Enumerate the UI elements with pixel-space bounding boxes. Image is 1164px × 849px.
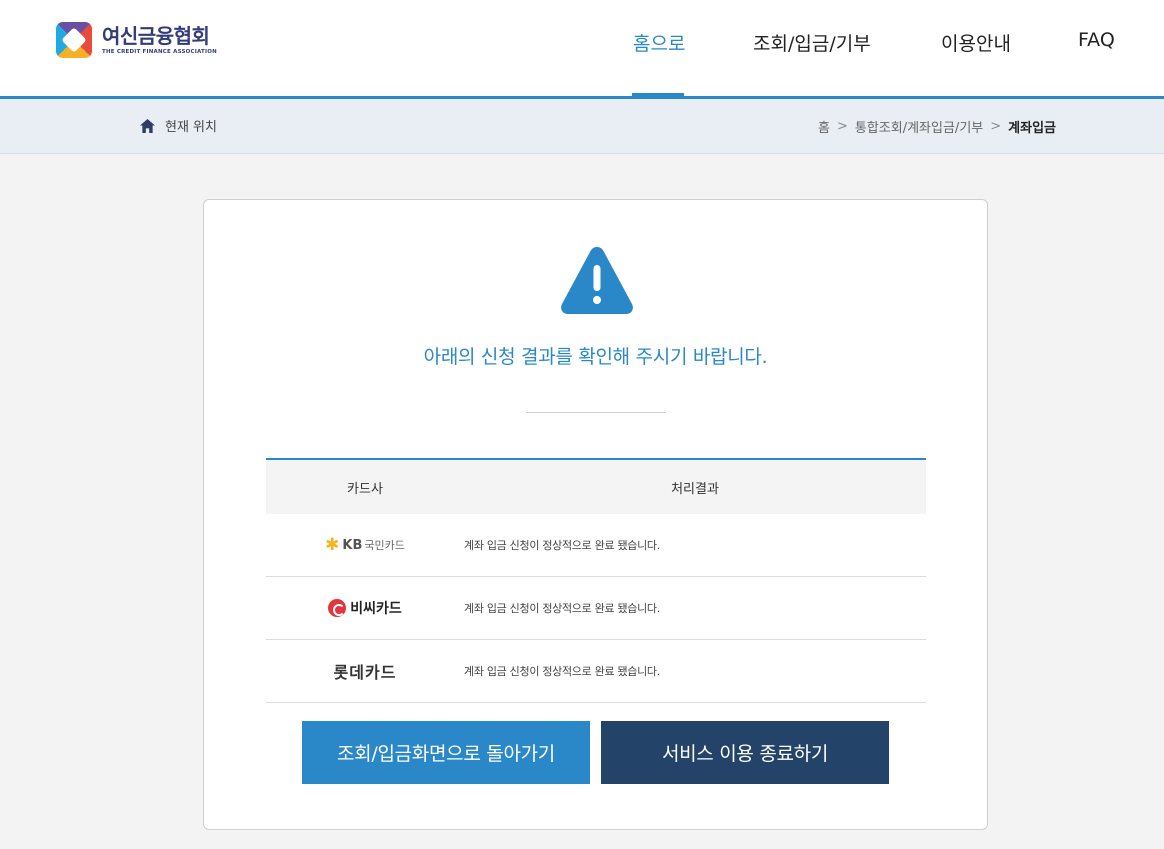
nav-home[interactable]: 홈으로	[633, 29, 685, 56]
table-row: 롯데카드 계좌 입금 신청이 정상적으로 완료 됐습니다.	[266, 640, 926, 703]
table-row: 비씨카드 계좌 입금 신청이 정상적으로 완료 됐습니다.	[266, 577, 926, 640]
current-location: 현재 위치	[140, 116, 217, 135]
nav-inquiry-deposit-donation[interactable]: 조회/입금/기부	[753, 29, 871, 56]
back-to-inquiry-button[interactable]: 조회/입금화면으로 돌아가기	[302, 721, 590, 784]
column-header-result: 처리결과	[671, 481, 719, 497]
column-header-card: 카드사	[347, 481, 383, 497]
bc-circle-icon	[328, 599, 347, 617]
result-text: 계좌 입금 신청이 정상적으로 완료 됐습니다.	[464, 539, 660, 552]
table-row: ✱ KB 국민카드 계좌 입금 신청이 정상적으로 완료 됐습니다.	[266, 514, 926, 577]
breadcrumb: 홈 > 통합조회/계좌입금/기부 > 계좌입금	[818, 117, 1056, 136]
nav-faq[interactable]: FAQ	[1078, 29, 1115, 51]
kb-card-logo: ✱ KB 국민카드	[266, 535, 464, 555]
location-bar: 현재 위치 홈 > 통합조회/계좌입금/기부 > 계좌입금	[0, 99, 1164, 154]
logo-korean-name: 여신금융협회	[102, 24, 210, 48]
bc-brand: 비씨카드	[350, 601, 402, 617]
warning-icon	[561, 247, 633, 314]
breadcrumb-separator: >	[836, 119, 848, 134]
current-location-label: 현재 위치	[165, 120, 217, 135]
breadcrumb-current: 계좌입금	[1008, 121, 1056, 136]
logo-english-name: THE CREDIT FINANCE ASSOCIATION	[102, 49, 217, 55]
result-text: 계좌 입금 신청이 정상적으로 완료 됐습니다.	[464, 665, 660, 678]
end-service-button[interactable]: 서비스 이용 종료하기	[601, 721, 889, 784]
breadcrumb-separator: >	[990, 119, 1002, 134]
message-divider	[526, 412, 666, 413]
kb-brand: KB	[342, 537, 363, 553]
lotte-brand: 롯데카드	[333, 663, 397, 682]
home-icon	[140, 118, 155, 133]
result-table: 카드사 처리결과 ✱ KB 국민카드 계좌 입금 신청이 정상적으로 완료 됐습…	[266, 458, 926, 703]
bc-card-logo: 비씨카드	[266, 598, 464, 618]
result-card: 아래의 신청 결과를 확인해 주시기 바랍니다. 카드사 처리결과 ✱ KB 국…	[203, 199, 988, 830]
site-logo[interactable]: 여신금융협회 THE CREDIT FINANCE ASSOCIATION	[56, 22, 217, 58]
site-header: 여신금융협회 THE CREDIT FINANCE ASSOCIATION 홈으…	[0, 0, 1164, 96]
kb-suffix: 국민카드	[364, 539, 405, 552]
nav-usage-guide[interactable]: 이용안내	[941, 29, 1011, 56]
logo-text: 여신금융협회 THE CREDIT FINANCE ASSOCIATION	[102, 25, 217, 55]
kb-star-icon: ✱	[325, 535, 340, 555]
logo-mark-icon	[56, 22, 92, 58]
kb-logo: ✱ KB 국민카드	[325, 535, 405, 555]
result-text: 계좌 입금 신청이 정상적으로 완료 됐습니다.	[464, 602, 660, 615]
breadcrumb-inquiry[interactable]: 통합조회/계좌입금/기부	[855, 117, 983, 136]
breadcrumb-home[interactable]: 홈	[818, 117, 830, 136]
result-message: 아래의 신청 결과를 확인해 주시기 바랍니다.	[423, 346, 768, 368]
lotte-card-logo: 롯데카드	[266, 659, 464, 683]
table-header: 카드사 처리결과	[266, 458, 926, 514]
bc-logo: 비씨카드	[328, 598, 402, 618]
